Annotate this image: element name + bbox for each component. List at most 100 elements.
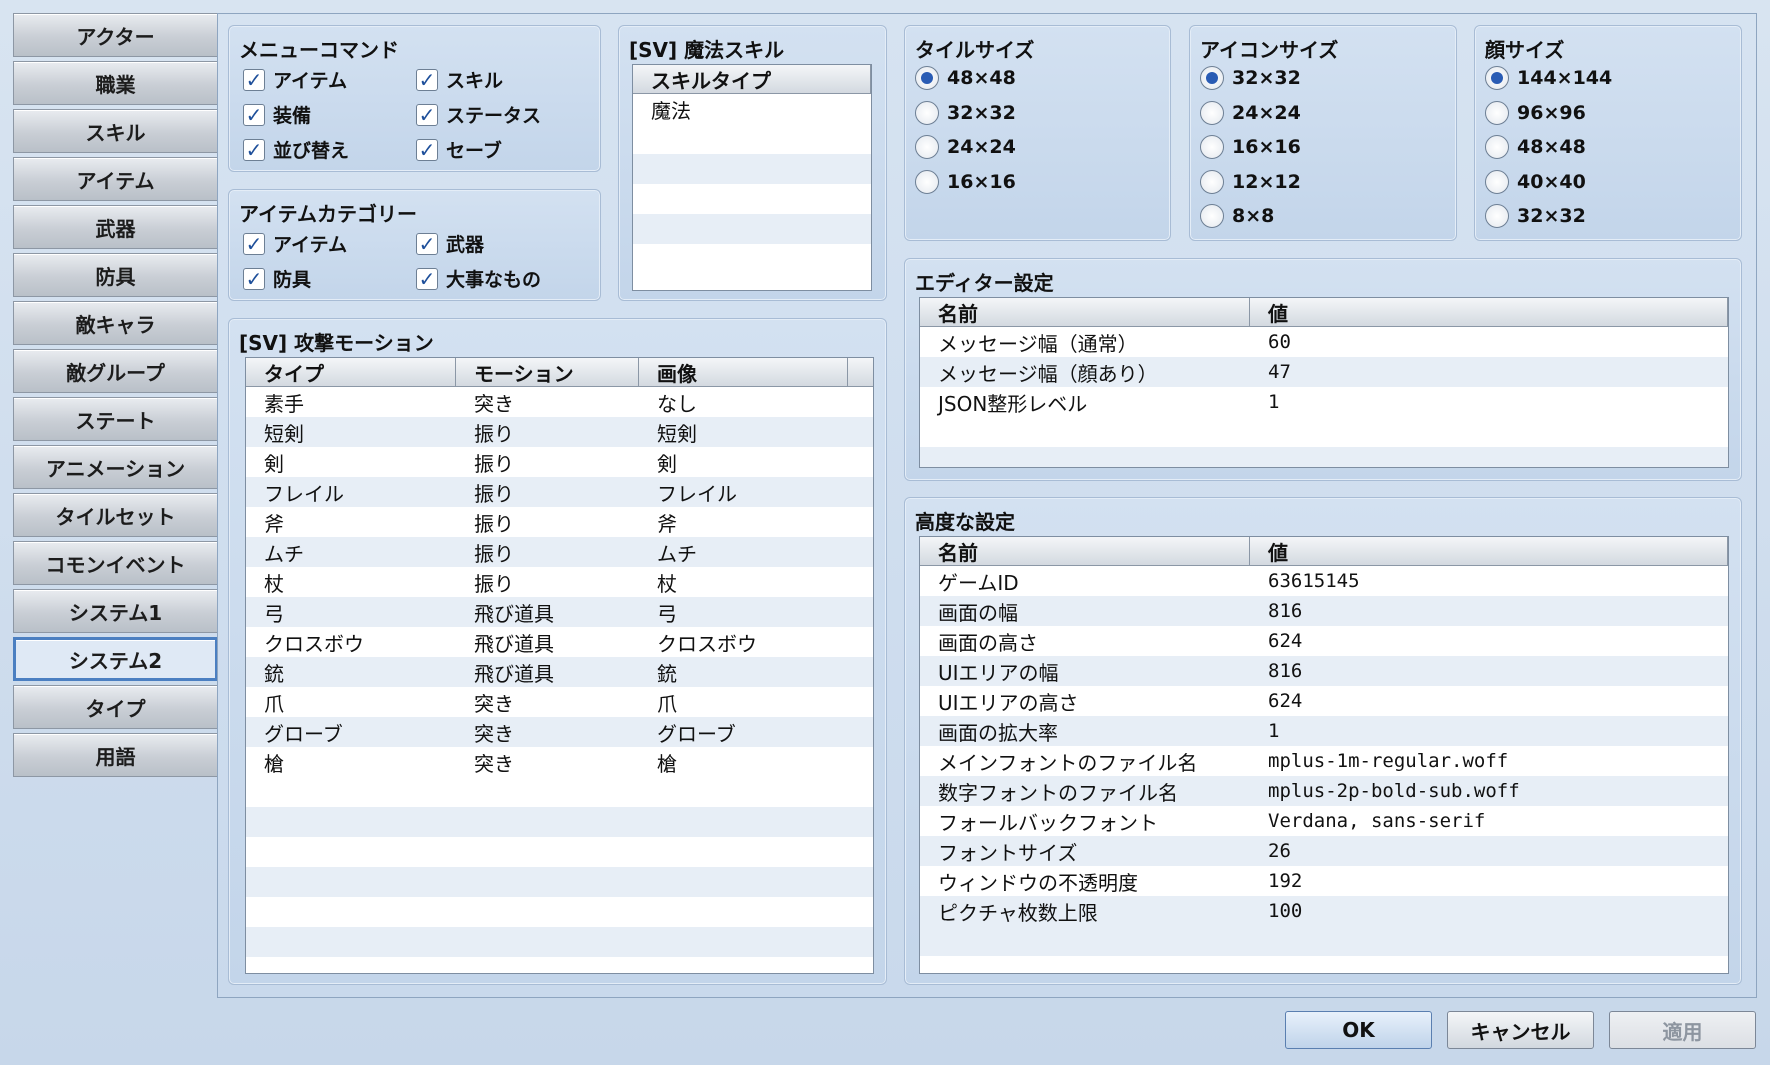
menu-item-checkbox[interactable]: ✓ アイテム: [243, 66, 347, 93]
ok-button[interactable]: OK: [1285, 1011, 1432, 1049]
editor-settings-table[interactable]: 名前 値 メッセージ幅（通常） 60 メッセージ幅（顔あり） 47 JSON整形レベル 1: [919, 297, 1729, 468]
table-row[interactable]: 短剣 振り 短剣: [246, 417, 873, 447]
column-header[interactable]: スキルタイプ: [633, 65, 871, 93]
column-header-name[interactable]: 名前: [920, 537, 1250, 565]
table-row[interactable]: クロスボウ 飛び道具 クロスボウ: [246, 627, 873, 657]
column-header-image[interactable]: 画像: [639, 358, 848, 386]
icon-size-radio[interactable]: 12×12: [1200, 169, 1301, 194]
table-row[interactable]: フォールバックフォント Verdana, sans-serif: [920, 806, 1728, 836]
table-row[interactable]: ウィンドウの不透明度 192: [920, 866, 1728, 896]
table-row[interactable]: 斧 振り 斧: [246, 507, 873, 537]
sidebar-tab[interactable]: コモンイベント: [13, 541, 218, 585]
table-row[interactable]: UIエリアの高さ 624: [920, 686, 1728, 716]
motion-motion-cell: 振り: [474, 541, 514, 566]
column-header-value[interactable]: 値: [1250, 537, 1728, 565]
icon-size-radio[interactable]: 32×32: [1200, 66, 1301, 90]
table-row[interactable]: 剣 振り 剣: [246, 447, 873, 477]
sidebar-tab[interactable]: システム2: [13, 637, 218, 681]
motion-type-cell: 素手: [264, 391, 304, 416]
radio-circle-icon: [1200, 66, 1224, 90]
sidebar-tab[interactable]: 敵キャラ: [13, 301, 218, 345]
table-row[interactable]: 画面の幅 816: [920, 596, 1728, 626]
table-row[interactable]: フレイル 振り フレイル: [246, 477, 873, 507]
face-size-radio[interactable]: 96×96: [1485, 100, 1586, 125]
face-size-radio[interactable]: 48×48: [1485, 135, 1586, 159]
empty-row: [633, 244, 871, 274]
sidebar-tab[interactable]: タイルセット: [13, 493, 218, 537]
table-row[interactable]: 杖 振り 杖: [246, 567, 873, 597]
motion-image-cell: クロスボウ: [657, 631, 757, 656]
category-weapon-checkbox[interactable]: ✓ 武器: [416, 230, 484, 257]
icon-size-radio[interactable]: 8×8: [1200, 204, 1274, 228]
column-header-type[interactable]: タイプ: [246, 358, 456, 386]
setting-name-cell: ゲームID: [938, 570, 1019, 595]
table-header: 名前 値: [920, 298, 1728, 327]
magic-skill-table[interactable]: スキルタイプ 魔法: [632, 64, 872, 291]
category-item-checkbox[interactable]: ✓ アイテム: [243, 230, 347, 257]
face-size-radio[interactable]: 40×40: [1485, 169, 1586, 194]
sidebar-tab[interactable]: ステート: [13, 397, 218, 441]
menu-commands-group: メニューコマンド ✓ アイテム ✓ スキル ✓ 装備 ✓ ステータス ✓ 並び替え ✓ セー…: [228, 25, 601, 172]
column-header-motion[interactable]: モーション: [456, 358, 639, 386]
table-row[interactable]: ピクチャ枚数上限 100: [920, 896, 1728, 926]
table-row[interactable]: メインフォントのファイル名 mplus-1m-regular.woff: [920, 746, 1728, 776]
setting-value-cell: 816: [1268, 660, 1303, 682]
table-row[interactable]: フォントサイズ 26: [920, 836, 1728, 866]
sidebar-tab[interactable]: アニメーション: [13, 445, 218, 489]
sidebar-tab[interactable]: 武器: [13, 205, 218, 249]
table-row[interactable]: 画面の高さ 624: [920, 626, 1728, 656]
table-row[interactable]: 銃 飛び道具 銃: [246, 657, 873, 687]
apply-button[interactable]: 適用: [1609, 1011, 1756, 1049]
menu-equip-checkbox[interactable]: ✓ 装備: [243, 101, 311, 128]
sidebar-tab[interactable]: スキル: [13, 109, 218, 153]
sidebar-tab[interactable]: 敵グループ: [13, 349, 218, 393]
sidebar-tab[interactable]: アクター: [13, 13, 218, 57]
menu-sort-checkbox[interactable]: ✓ 並び替え: [243, 136, 349, 163]
editor-settings-group: エディター設定 名前 値 メッセージ幅（通常） 60 メッセージ幅（顔あり） 47 JS…: [904, 258, 1742, 481]
menu-save-checkbox[interactable]: ✓ セーブ: [416, 136, 502, 163]
menu-status-checkbox[interactable]: ✓ ステータス: [416, 101, 541, 128]
advanced-settings-table[interactable]: 名前 値 ゲームID 63615145 画面の幅 816 画面の高さ 624 UIエリアの幅…: [919, 536, 1729, 974]
radio-circle-icon: [1485, 66, 1509, 90]
face-size-radio[interactable]: 144×144: [1485, 66, 1612, 90]
table-row[interactable]: 画面の拡大率 1: [920, 716, 1728, 746]
tile-size-radio[interactable]: 32×32: [915, 100, 1016, 125]
table-row[interactable]: 魔法: [633, 94, 871, 124]
sidebar-tab[interactable]: 用語: [13, 733, 218, 777]
table-row[interactable]: ムチ 振り ムチ: [246, 537, 873, 567]
table-body: 魔法: [633, 94, 871, 274]
table-row[interactable]: 爪 突き 爪: [246, 687, 873, 717]
table-row[interactable]: 弓 飛び道具 弓: [246, 597, 873, 627]
table-row[interactable]: 素手 突き なし: [246, 387, 873, 417]
table-row[interactable]: グローブ 突き グローブ: [246, 717, 873, 747]
face-size-radio[interactable]: 32×32: [1485, 204, 1586, 228]
check-icon: ✓: [243, 232, 265, 255]
table-row[interactable]: 槍 突き 槍: [246, 747, 873, 777]
table-row[interactable]: メッセージ幅（顔あり） 47: [920, 357, 1728, 387]
column-header-name[interactable]: 名前: [920, 298, 1250, 326]
icon-size-radio[interactable]: 24×24: [1200, 100, 1301, 125]
tile-size-radio[interactable]: 48×48: [915, 66, 1016, 90]
cancel-button[interactable]: キャンセル: [1447, 1011, 1594, 1049]
category-armor-checkbox[interactable]: ✓ 防具: [243, 265, 311, 292]
menu-skill-checkbox[interactable]: ✓ スキル: [416, 66, 503, 93]
setting-value-cell: 60: [1268, 331, 1291, 353]
table-row[interactable]: メッセージ幅（通常） 60: [920, 327, 1728, 357]
table-row[interactable]: 数字フォントのファイル名 mplus-2p-bold-sub.woff: [920, 776, 1728, 806]
sidebar-tab[interactable]: タイプ: [13, 685, 218, 729]
tile-size-radio[interactable]: 16×16: [915, 169, 1016, 194]
attack-motion-table[interactable]: タイプ モーション 画像 素手 突き なし 短剣 振り 短剣剣振り剣フレイル 振り フレイル斧…: [245, 357, 874, 974]
sidebar-tab[interactable]: 職業: [13, 61, 218, 105]
group-title: アイテムカテゴリー: [239, 202, 417, 226]
column-header-value[interactable]: 値: [1250, 298, 1728, 326]
motion-type-cell: フレイル: [264, 481, 344, 506]
table-row[interactable]: JSON整形レベル 1: [920, 387, 1728, 417]
sidebar-tab[interactable]: 防具: [13, 253, 218, 297]
table-row[interactable]: ゲームID 63615145: [920, 566, 1728, 596]
sidebar-tab[interactable]: アイテム: [13, 157, 218, 201]
sidebar-tab[interactable]: システム1: [13, 589, 218, 633]
icon-size-radio[interactable]: 16×16: [1200, 135, 1301, 159]
category-keyitem-checkbox[interactable]: ✓ 大事なもの: [416, 265, 541, 292]
table-row[interactable]: UIエリアの幅 816: [920, 656, 1728, 686]
tile-size-radio[interactable]: 24×24: [915, 135, 1016, 159]
